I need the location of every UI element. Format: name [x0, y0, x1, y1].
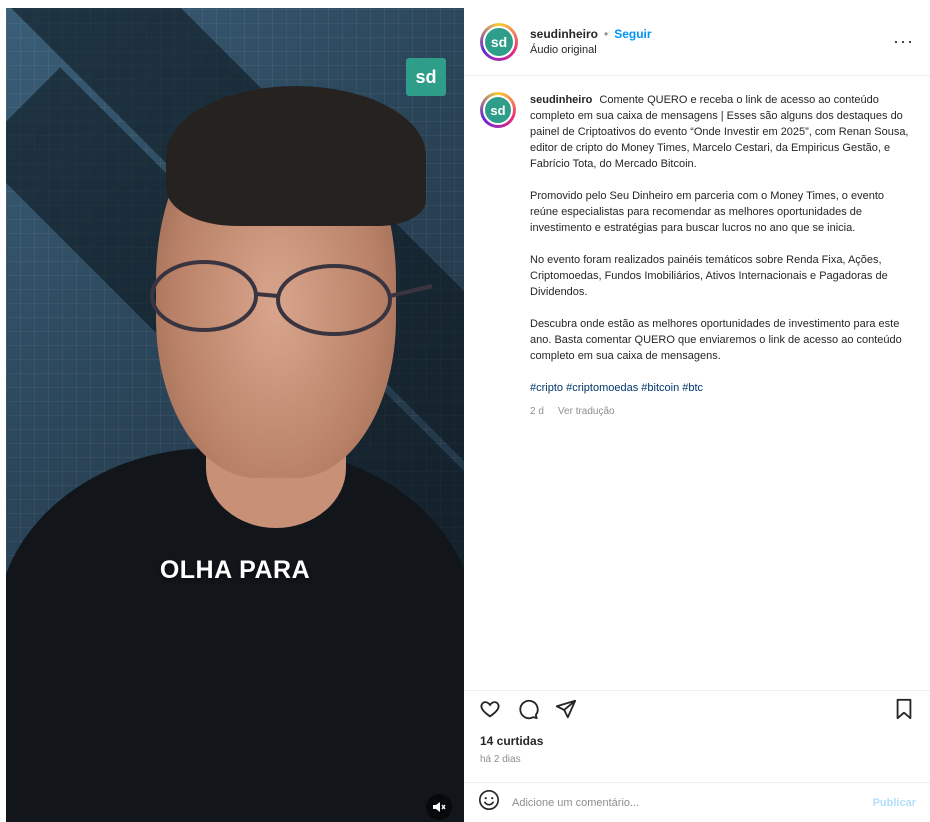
emoji-icon[interactable] — [478, 789, 500, 816]
separator-dot: • — [604, 27, 609, 41]
caption-paragraph-4: Descubra onde estão as melhores oportuni… — [530, 318, 902, 362]
header-text: seudinheiro • Seguir Áudio original — [530, 27, 893, 56]
comment-input[interactable] — [512, 796, 873, 809]
avatar[interactable]: sd — [480, 22, 518, 61]
add-comment-bar: Publicar — [464, 782, 930, 822]
translate-link[interactable]: Ver tradução — [558, 404, 615, 420]
glasses-graphic — [150, 260, 433, 336]
caption-comment: sd seudinheiro Comente QUERO e receba o … — [480, 92, 914, 420]
avatar-logo: sd — [483, 25, 515, 58]
caption-paragraph-2: Promovido pelo Seu Dinheiro em parceria … — [530, 190, 885, 234]
post-date: há 2 dias — [480, 754, 521, 765]
username-link[interactable]: seudinheiro — [530, 27, 598, 41]
video-player[interactable]: sd OLHA PARA — [6, 8, 464, 822]
caption-paragraph-3: No evento foram realizados painéis temát… — [530, 254, 888, 298]
caption-username[interactable]: seudinheiro — [530, 94, 592, 106]
more-options-icon[interactable]: ··· — [893, 31, 914, 52]
share-icon[interactable] — [554, 697, 578, 721]
post-panel: sd seudinheiro • Seguir Áudio original ·… — [464, 8, 930, 822]
audio-link[interactable]: Áudio original — [530, 44, 893, 56]
follow-button[interactable]: Seguir — [614, 27, 651, 41]
comment-icon[interactable] — [516, 697, 540, 721]
speaker-muted-icon[interactable] — [426, 794, 452, 820]
channel-logo: sd — [406, 58, 446, 96]
comments-area: sd seudinheiro Comente QUERO e receba o … — [464, 76, 930, 684]
caption-meta: 2 d Ver tradução — [530, 404, 914, 420]
post-time: 2 d — [530, 406, 544, 417]
hashtags[interactable]: #cripto #criptomoedas #bitcoin #btc — [530, 380, 914, 396]
post-header: sd seudinheiro • Seguir Áudio original ·… — [464, 8, 930, 76]
bookmark-icon[interactable] — [892, 697, 916, 721]
video-caption: OLHA PARA — [159, 556, 311, 584]
person-hair — [166, 86, 426, 226]
publish-button[interactable]: Publicar — [873, 797, 916, 809]
caption-text: seudinheiro Comente QUERO e receba o lin… — [530, 92, 914, 420]
avatar-logo: sd — [483, 95, 513, 125]
avatar[interactable]: sd — [480, 92, 516, 128]
likes-count[interactable]: 14 curtidas — [480, 734, 543, 748]
action-bar — [464, 690, 930, 726]
heart-icon[interactable] — [478, 697, 502, 721]
